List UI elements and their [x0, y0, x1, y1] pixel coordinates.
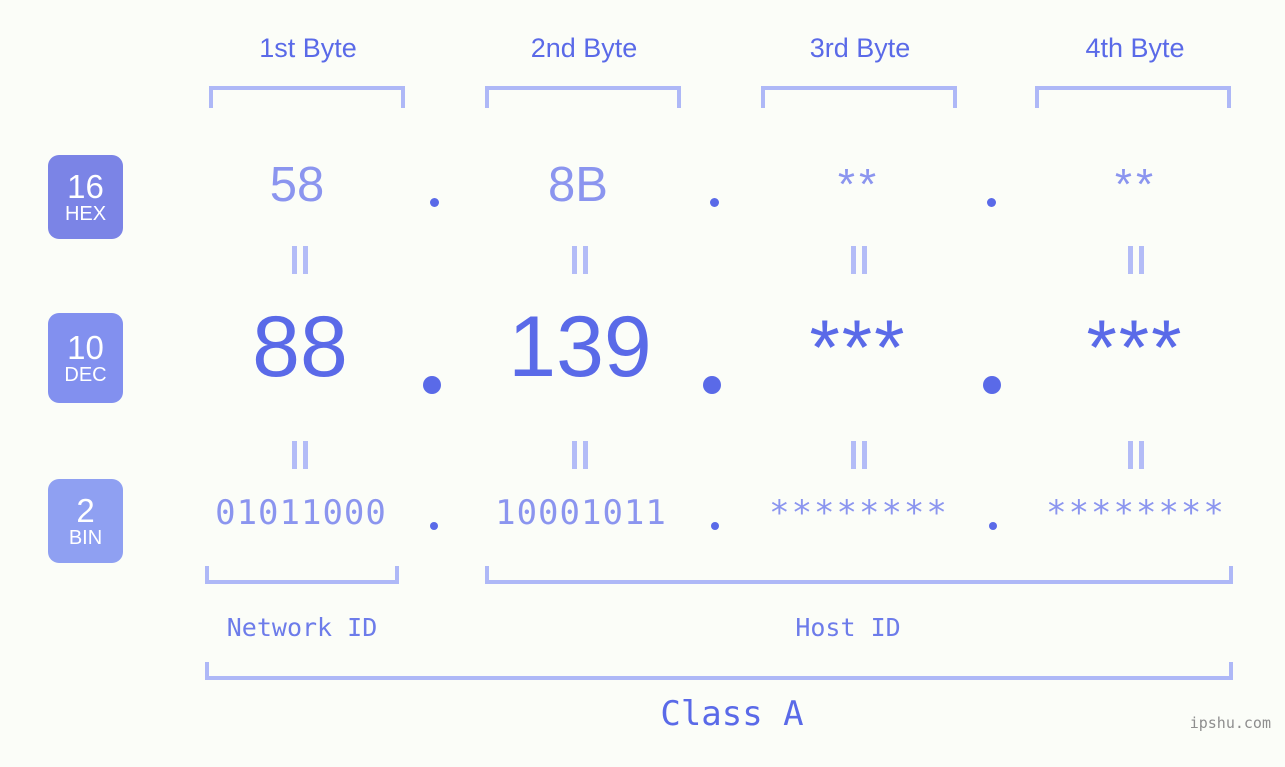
- hex-byte-4: **: [1114, 160, 1158, 209]
- equals-mark-hex-dec-2: [572, 246, 588, 274]
- dec-byte-1: 88: [252, 299, 348, 395]
- equals-mark-hex-dec-1: [292, 246, 308, 274]
- class-bracket: [205, 662, 1233, 680]
- hex-byte-1: 58: [269, 158, 325, 212]
- dec-separator-3: [983, 376, 1001, 394]
- hex-separator-3: [987, 198, 996, 207]
- hex-separator-2: [710, 198, 719, 207]
- base-badge-dec: 10 DEC: [48, 313, 123, 403]
- equals-mark-dec-bin-2: [572, 441, 588, 469]
- network-id-label: Network ID: [226, 613, 378, 642]
- byte-bracket-top-1: [209, 86, 405, 108]
- byte-header-4: 4th Byte: [1085, 33, 1185, 63]
- class-label: Class A: [660, 694, 804, 734]
- bin-separator-3: [989, 522, 997, 530]
- ip-breakdown-diagram: 1st Byte 2nd Byte 3rd Byte 4th Byte 16 H…: [0, 0, 1285, 767]
- base-badge-dec-name: DEC: [64, 363, 107, 386]
- equals-mark-hex-dec-3: [851, 246, 867, 274]
- hex-byte-2: 8B: [548, 158, 608, 212]
- bin-byte-3: ********: [769, 493, 949, 533]
- base-badge-bin-name: BIN: [68, 526, 103, 549]
- base-badge-hex-number: 16: [67, 167, 104, 205]
- dec-byte-3: ***: [809, 303, 907, 391]
- byte-header-3: 3rd Byte: [809, 33, 911, 63]
- equals-mark-dec-bin-4: [1128, 441, 1144, 469]
- bin-separator-2: [711, 522, 719, 530]
- base-badge-hex-name: HEX: [64, 202, 107, 225]
- dec-byte-2: 139: [508, 299, 652, 395]
- byte-header-2: 2nd Byte: [530, 33, 638, 63]
- hex-separator-1: [430, 198, 439, 207]
- bin-byte-4: ********: [1046, 493, 1226, 533]
- byte-bracket-top-4: [1035, 86, 1231, 108]
- byte-bracket-top-2: [485, 86, 681, 108]
- site-watermark: ipshu.com: [1189, 714, 1271, 732]
- base-badge-bin-number: 2: [76, 491, 95, 529]
- bin-byte-1: 01011000: [215, 493, 387, 533]
- base-badge-hex: 16 HEX: [48, 155, 123, 239]
- equals-mark-dec-bin-1: [292, 441, 308, 469]
- dec-byte-4: ***: [1086, 303, 1184, 391]
- network-id-bracket: [205, 566, 399, 584]
- base-badge-bin: 2 BIN: [48, 479, 123, 563]
- byte-bracket-top-3: [761, 86, 957, 108]
- bin-separator-1: [430, 522, 438, 530]
- base-badge-dec-number: 10: [67, 328, 104, 366]
- byte-header-1: 1st Byte: [259, 33, 357, 63]
- equals-mark-hex-dec-4: [1128, 246, 1144, 274]
- dec-separator-1: [423, 376, 441, 394]
- hex-byte-3: **: [837, 160, 881, 209]
- bin-byte-2: 10001011: [495, 493, 667, 533]
- dec-separator-2: [703, 376, 721, 394]
- equals-mark-dec-bin-3: [851, 441, 867, 469]
- host-id-label: Host ID: [795, 613, 901, 642]
- host-id-bracket: [485, 566, 1233, 584]
